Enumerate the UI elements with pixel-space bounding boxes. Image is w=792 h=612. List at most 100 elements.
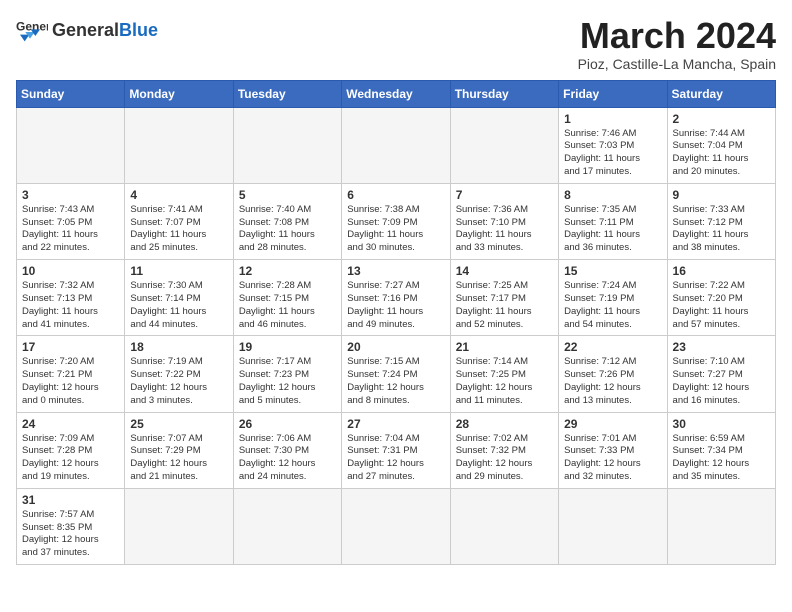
day-info: Sunrise: 7:40 AM Sunset: 7:08 PM Dayligh…	[239, 204, 336, 255]
day-number: 22	[564, 340, 661, 354]
day-info: Sunrise: 7:32 AM Sunset: 7:13 PM Dayligh…	[22, 280, 119, 331]
day-info: Sunrise: 7:44 AM Sunset: 7:04 PM Dayligh…	[673, 128, 770, 179]
day-number: 3	[22, 188, 119, 202]
calendar-cell: 14 Sunrise: 7:25 AM Sunset: 7:17 PM Dayli…	[450, 260, 558, 336]
calendar-cell: 25 Sunrise: 7:07 AM Sunset: 7:29 PM Dayli…	[125, 412, 233, 488]
day-number: 11	[130, 264, 227, 278]
day-number: 7	[456, 188, 553, 202]
day-info: Sunrise: 7:09 AM Sunset: 7:28 PM Dayligh…	[22, 433, 119, 484]
day-number: 9	[673, 188, 770, 202]
day-info: Sunrise: 7:24 AM Sunset: 7:19 PM Dayligh…	[564, 280, 661, 331]
svg-text:General: General	[16, 20, 48, 34]
calendar-cell: 29 Sunrise: 7:01 AM Sunset: 7:33 PM Dayli…	[559, 412, 667, 488]
day-info: Sunrise: 7:02 AM Sunset: 7:32 PM Dayligh…	[456, 433, 553, 484]
day-info: Sunrise: 7:06 AM Sunset: 7:30 PM Dayligh…	[239, 433, 336, 484]
calendar-week-row: 17Sunrise: 7:20 AM Sunset: 7:21 PM Dayli…	[17, 336, 776, 412]
day-info: Sunrise: 7:04 AM Sunset: 7:31 PM Dayligh…	[347, 433, 444, 484]
calendar-cell: 24 Sunrise: 7:09 AM Sunset: 7:28 PM Dayli…	[17, 412, 125, 488]
day-number: 29	[564, 417, 661, 431]
day-number: 24	[22, 417, 119, 431]
day-number: 25	[130, 417, 227, 431]
header: General GeneralBlue March 2024 Pioz, Cas…	[16, 16, 776, 72]
day-info: Sunrise: 7:01 AM Sunset: 7:33 PM Dayligh…	[564, 433, 661, 484]
day-number: 18	[130, 340, 227, 354]
day-number: 30	[673, 417, 770, 431]
day-number: 26	[239, 417, 336, 431]
day-number: 28	[456, 417, 553, 431]
logo: General GeneralBlue	[16, 16, 158, 44]
calendar-cell: 31Sunrise: 7:57 AM Sunset: 8:35 PM Dayli…	[17, 488, 125, 564]
calendar-cell: 3Sunrise: 7:43 AM Sunset: 7:05 PM Daylig…	[17, 183, 125, 259]
calendar-cell	[667, 488, 775, 564]
day-number: 15	[564, 264, 661, 278]
day-number: 16	[673, 264, 770, 278]
calendar-cell: 19 Sunrise: 7:17 AM Sunset: 7:23 PM Dayli…	[233, 336, 341, 412]
day-info: Sunrise: 7:57 AM Sunset: 8:35 PM Dayligh…	[22, 509, 119, 560]
day-info: Sunrise: 7:35 AM Sunset: 7:11 PM Dayligh…	[564, 204, 661, 255]
day-info: Sunrise: 7:17 AM Sunset: 7:23 PM Dayligh…	[239, 356, 336, 407]
calendar-cell: 11Sunrise: 7:30 AM Sunset: 7:14 PM Dayli…	[125, 260, 233, 336]
calendar-week-row: 10 Sunrise: 7:32 AM Sunset: 7:13 PM Dayli…	[17, 260, 776, 336]
day-number: 14	[456, 264, 553, 278]
calendar-cell	[125, 488, 233, 564]
day-info: Sunrise: 7:14 AM Sunset: 7:25 PM Dayligh…	[456, 356, 553, 407]
calendar-week-row: 3Sunrise: 7:43 AM Sunset: 7:05 PM Daylig…	[17, 183, 776, 259]
calendar-cell: 4 Sunrise: 7:41 AM Sunset: 7:07 PM Daylig…	[125, 183, 233, 259]
weekday-header-wednesday: Wednesday	[342, 80, 450, 107]
day-info: Sunrise: 7:41 AM Sunset: 7:07 PM Dayligh…	[130, 204, 227, 255]
day-number: 27	[347, 417, 444, 431]
calendar-cell	[342, 107, 450, 183]
weekday-header-tuesday: Tuesday	[233, 80, 341, 107]
weekday-header-friday: Friday	[559, 80, 667, 107]
calendar-cell: 18Sunrise: 7:19 AM Sunset: 7:22 PM Dayli…	[125, 336, 233, 412]
day-number: 23	[673, 340, 770, 354]
day-number: 19	[239, 340, 336, 354]
calendar-cell: 22 Sunrise: 7:12 AM Sunset: 7:26 PM Dayli…	[559, 336, 667, 412]
calendar-cell: 16Sunrise: 7:22 AM Sunset: 7:20 PM Dayli…	[667, 260, 775, 336]
weekday-header-monday: Monday	[125, 80, 233, 107]
weekday-header-sunday: Sunday	[17, 80, 125, 107]
weekday-header-saturday: Saturday	[667, 80, 775, 107]
calendar-cell: 21Sunrise: 7:14 AM Sunset: 7:25 PM Dayli…	[450, 336, 558, 412]
day-number: 20	[347, 340, 444, 354]
calendar-cell: 5 Sunrise: 7:40 AM Sunset: 7:08 PM Daylig…	[233, 183, 341, 259]
calendar-week-row: 1 Sunrise: 7:46 AM Sunset: 7:03 PM Daylig…	[17, 107, 776, 183]
day-info: Sunrise: 7:36 AM Sunset: 7:10 PM Dayligh…	[456, 204, 553, 255]
calendar-cell: 26 Sunrise: 7:06 AM Sunset: 7:30 PM Dayli…	[233, 412, 341, 488]
calendar-cell: 1 Sunrise: 7:46 AM Sunset: 7:03 PM Daylig…	[559, 107, 667, 183]
calendar-week-row: 24 Sunrise: 7:09 AM Sunset: 7:28 PM Dayli…	[17, 412, 776, 488]
day-info: Sunrise: 6:59 AM Sunset: 7:34 PM Dayligh…	[673, 433, 770, 484]
day-number: 10	[22, 264, 119, 278]
calendar-cell: 13 Sunrise: 7:27 AM Sunset: 7:16 PM Dayli…	[342, 260, 450, 336]
calendar-cell	[17, 107, 125, 183]
calendar-cell	[233, 107, 341, 183]
calendar-cell: 30 Sunrise: 6:59 AM Sunset: 7:34 PM Dayli…	[667, 412, 775, 488]
calendar-cell	[450, 488, 558, 564]
day-number: 1	[564, 112, 661, 126]
day-number: 13	[347, 264, 444, 278]
day-info: Sunrise: 7:27 AM Sunset: 7:16 PM Dayligh…	[347, 280, 444, 331]
day-number: 12	[239, 264, 336, 278]
day-number: 5	[239, 188, 336, 202]
day-info: Sunrise: 7:12 AM Sunset: 7:26 PM Dayligh…	[564, 356, 661, 407]
calendar-week-row: 31Sunrise: 7:57 AM Sunset: 8:35 PM Dayli…	[17, 488, 776, 564]
month-title: March 2024	[578, 16, 776, 56]
day-info: Sunrise: 7:10 AM Sunset: 7:27 PM Dayligh…	[673, 356, 770, 407]
weekday-header-row: SundayMondayTuesdayWednesdayThursdayFrid…	[17, 80, 776, 107]
calendar-cell: 27 Sunrise: 7:04 AM Sunset: 7:31 PM Dayli…	[342, 412, 450, 488]
calendar-cell: 2 Sunrise: 7:44 AM Sunset: 7:04 PM Daylig…	[667, 107, 775, 183]
calendar-cell: 15 Sunrise: 7:24 AM Sunset: 7:19 PM Dayli…	[559, 260, 667, 336]
day-info: Sunrise: 7:25 AM Sunset: 7:17 PM Dayligh…	[456, 280, 553, 331]
day-number: 4	[130, 188, 227, 202]
day-number: 2	[673, 112, 770, 126]
calendar-cell: 7 Sunrise: 7:36 AM Sunset: 7:10 PM Daylig…	[450, 183, 558, 259]
calendar-cell	[559, 488, 667, 564]
day-number: 17	[22, 340, 119, 354]
calendar-table: SundayMondayTuesdayWednesdayThursdayFrid…	[16, 80, 776, 566]
weekday-header-thursday: Thursday	[450, 80, 558, 107]
calendar-cell: 28 Sunrise: 7:02 AM Sunset: 7:32 PM Dayli…	[450, 412, 558, 488]
day-info: Sunrise: 7:46 AM Sunset: 7:03 PM Dayligh…	[564, 128, 661, 179]
day-info: Sunrise: 7:33 AM Sunset: 7:12 PM Dayligh…	[673, 204, 770, 255]
calendar-cell: 6Sunrise: 7:38 AM Sunset: 7:09 PM Daylig…	[342, 183, 450, 259]
day-info: Sunrise: 7:07 AM Sunset: 7:29 PM Dayligh…	[130, 433, 227, 484]
